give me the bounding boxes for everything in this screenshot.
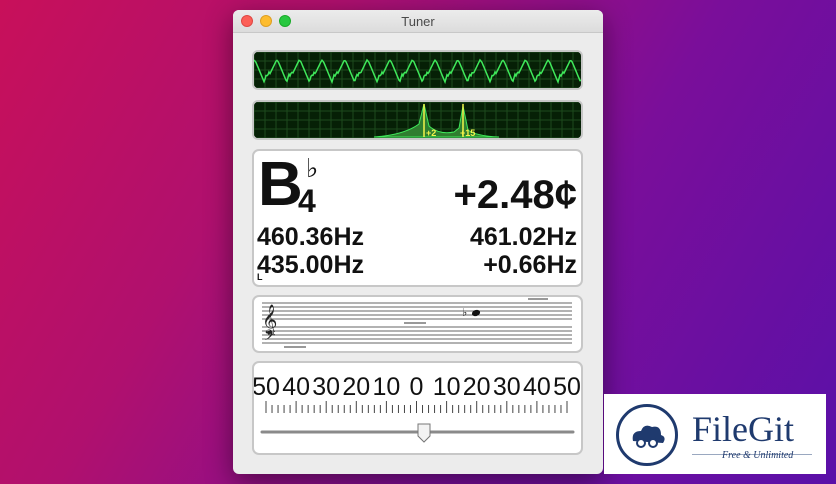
- scale-label: 10: [433, 373, 461, 401]
- note-accidental: ♭: [306, 153, 319, 183]
- filegit-name: FileGit: [692, 409, 795, 449]
- title-bar: Tuner: [233, 10, 603, 33]
- scale-label: 0: [410, 373, 424, 401]
- scale-label: 50: [553, 373, 581, 401]
- reading-panel: B ♭ 4 +2.48¢ 460.36Hz 461.02Hz 435.00Hz …: [252, 149, 583, 287]
- tuner-window: Tuner +2 +15 B ♭ 4 +2.48¢ 460.36Hz 461.0…: [233, 10, 603, 474]
- scale-label: 20: [342, 373, 370, 401]
- waveform-display: [252, 50, 583, 90]
- scale-label: 30: [312, 373, 340, 401]
- staff-svg: 𝄞 𝄢 ♭: [262, 298, 572, 348]
- detected-frequency: 460.36Hz: [257, 223, 365, 251]
- filegit-tagline: Free & Unlimited: [722, 450, 794, 461]
- scale-label: 40: [523, 373, 551, 401]
- meter-svg: 50 40 30 20 10 0 10 20 30 40 50: [252, 373, 581, 443]
- corner-label: L: [257, 272, 263, 282]
- scale-ticks: [265, 401, 568, 413]
- target-frequency: 461.02Hz: [469, 223, 577, 251]
- spectrum-peak-label-2: +15: [460, 128, 475, 138]
- frequency-difference: +0.66Hz: [483, 251, 577, 279]
- scale-label: 30: [493, 373, 521, 401]
- scale-label: 50: [254, 373, 280, 401]
- scale-label: 20: [463, 373, 491, 401]
- note-head: [471, 309, 481, 317]
- cents-offset: +2.48¢: [453, 173, 577, 217]
- staff-flat-icon: ♭: [462, 306, 467, 319]
- filegit-watermark: FileGit Free & Unlimited: [604, 394, 826, 474]
- reference-frequency: 435.00Hz: [257, 251, 365, 279]
- scale-label: 10: [372, 373, 400, 401]
- slider-thumb[interactable]: [417, 423, 431, 443]
- scale-label: 40: [282, 373, 310, 401]
- meter-panel: 50 40 30 20 10 0 10 20 30 40 50: [252, 361, 583, 455]
- note-name: B: [258, 150, 303, 219]
- bass-clef-icon: 𝄢: [264, 327, 276, 348]
- staff-panel: 𝄞 𝄢 ♭: [252, 295, 583, 353]
- waveform-svg: [254, 52, 581, 88]
- spectrum-svg: +2 +15: [254, 102, 581, 138]
- spectrum-display: +2 +15: [252, 100, 583, 140]
- note-octave: 4: [298, 183, 316, 219]
- spectrum-peak-label-1: +2: [426, 128, 436, 138]
- window-title: Tuner: [401, 14, 435, 29]
- filegit-logo-icon: [616, 404, 678, 466]
